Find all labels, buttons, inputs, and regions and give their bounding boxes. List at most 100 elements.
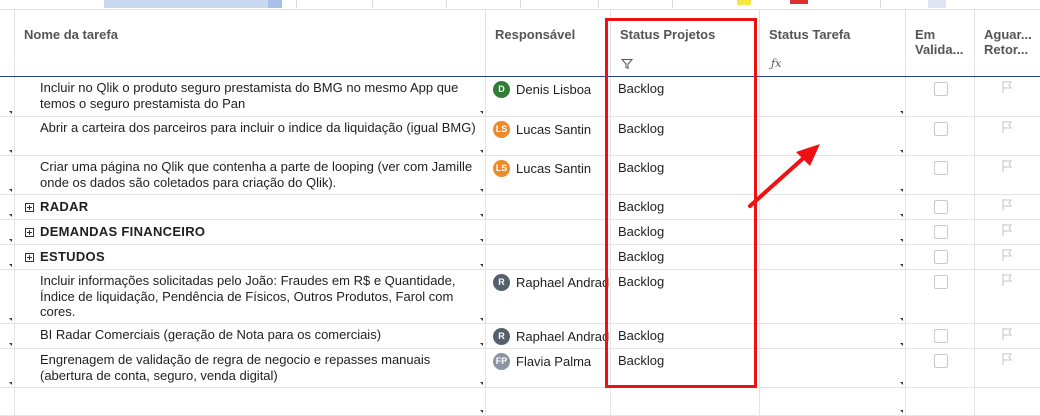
responsible-cell[interactable]: D Denis Lisboa <box>486 77 611 116</box>
header-row-gutter <box>0 10 15 76</box>
checkbox[interactable] <box>934 354 948 368</box>
table-row[interactable]: DEMANDAS FINANCEIRO Backlog <box>0 220 1040 245</box>
checkbox[interactable] <box>934 225 948 239</box>
responsible-cell[interactable] <box>486 245 611 269</box>
aguardando-cell[interactable] <box>975 117 1040 155</box>
responsible-cell[interactable]: R Raphael Andrade <box>486 270 611 323</box>
checkbox[interactable] <box>934 250 948 264</box>
task-cell[interactable]: Incluir no Qlik o produto seguro prestam… <box>15 77 486 116</box>
checkbox[interactable] <box>934 275 948 289</box>
responsible-cell[interactable] <box>486 388 611 415</box>
status-tarefa-cell[interactable] <box>760 324 906 348</box>
task-cell[interactable]: ESTUDOS <box>15 245 486 269</box>
em-validacao-cell[interactable] <box>906 349 975 387</box>
cell-corner <box>480 111 483 114</box>
status-tarefa-cell[interactable] <box>760 270 906 323</box>
toolbar-dropdown[interactable] <box>268 0 282 8</box>
aguardando-cell[interactable] <box>975 388 1040 415</box>
flag-icon[interactable] <box>1000 120 1014 134</box>
aguardando-cell[interactable] <box>975 220 1040 244</box>
task-cell[interactable]: Abrir a carteira dos parceiros para incl… <box>15 117 486 155</box>
responsible-cell[interactable]: R Raphael Andrade <box>486 324 611 348</box>
row-gutter <box>0 324 15 348</box>
table-row[interactable]: ESTUDOS Backlog <box>0 245 1040 270</box>
em-validacao-cell[interactable] <box>906 324 975 348</box>
flag-icon[interactable] <box>1000 159 1014 173</box>
status-tarefa-cell[interactable] <box>760 245 906 269</box>
flag-icon[interactable] <box>1000 223 1014 237</box>
task-name: Engrenagem de validação de regra de nego… <box>40 352 431 383</box>
task-cell[interactable] <box>15 388 486 415</box>
responsible-cell[interactable] <box>486 195 611 219</box>
table-row[interactable]: Criar uma página no Qlik que contenha a … <box>0 156 1040 195</box>
expand-icon[interactable] <box>25 253 34 262</box>
row-gutter <box>0 195 15 219</box>
aguardando-cell[interactable] <box>975 349 1040 387</box>
task-cell[interactable]: RADAR <box>15 195 486 219</box>
flag-icon[interactable] <box>1000 273 1014 287</box>
aguardando-cell[interactable] <box>975 270 1040 323</box>
table-row[interactable]: Incluir informações solicitadas pelo Joã… <box>0 270 1040 324</box>
status-tarefa-cell[interactable] <box>760 220 906 244</box>
responsible-cell[interactable]: FP Flavia Palma <box>486 349 611 387</box>
cell-corner <box>900 189 903 192</box>
responsible-cell[interactable]: LS Lucas Santin <box>486 156 611 194</box>
column-header-status-tarefa[interactable]: Status Tarefa ƒx <box>760 10 906 76</box>
aguardando-cell[interactable] <box>975 77 1040 116</box>
task-cell[interactable]: Criar uma página no Qlik que contenha a … <box>15 156 486 194</box>
column-header-task[interactable]: Nome da tarefa <box>15 10 486 76</box>
table-row[interactable]: Engrenagem de validação de regra de nego… <box>0 349 1040 388</box>
table-row[interactable]: BI Radar Comerciais (geração de Nota par… <box>0 324 1040 349</box>
aguardando-cell[interactable] <box>975 245 1040 269</box>
status-tarefa-cell[interactable] <box>760 349 906 387</box>
flag-icon[interactable] <box>1000 80 1014 94</box>
task-cell[interactable]: DEMANDAS FINANCEIRO <box>15 220 486 244</box>
expand-icon[interactable] <box>25 228 34 237</box>
em-validacao-cell[interactable] <box>906 156 975 194</box>
checkbox[interactable] <box>934 161 948 175</box>
checkbox[interactable] <box>934 329 948 343</box>
toolbar-divider <box>520 0 521 8</box>
row-gutter <box>0 388 15 415</box>
responsible-cell[interactable]: LS Lucas Santin <box>486 117 611 155</box>
status-projetos-cell[interactable] <box>611 388 760 415</box>
column-header-responsible[interactable]: Responsável <box>486 10 611 76</box>
checkbox[interactable] <box>934 200 948 214</box>
flag-icon[interactable] <box>1000 327 1014 341</box>
task-cell[interactable]: BI Radar Comerciais (geração de Nota par… <box>15 324 486 348</box>
checkbox[interactable] <box>934 82 948 96</box>
aguardando-cell[interactable] <box>975 324 1040 348</box>
task-cell[interactable]: Engrenagem de validação de regra de nego… <box>15 349 486 387</box>
empty-row[interactable] <box>0 388 1040 416</box>
table-row[interactable]: RADAR Backlog <box>0 195 1040 220</box>
em-validacao-cell[interactable] <box>906 245 975 269</box>
avatar: R <box>493 328 510 346</box>
toolbar-button[interactable] <box>928 0 946 8</box>
flag-icon[interactable] <box>1000 198 1014 212</box>
cell-corner <box>900 111 903 114</box>
toolbar-button[interactable] <box>104 0 268 8</box>
flag-icon[interactable] <box>1000 352 1014 366</box>
responsible-cell[interactable] <box>486 220 611 244</box>
text-color-icon[interactable] <box>790 0 808 4</box>
toolbar-divider <box>446 0 447 8</box>
checkbox[interactable] <box>934 122 948 136</box>
em-validacao-cell[interactable] <box>906 220 975 244</box>
aguardando-cell[interactable] <box>975 156 1040 194</box>
em-validacao-cell[interactable] <box>906 195 975 219</box>
em-validacao-cell[interactable] <box>906 270 975 323</box>
table-row[interactable]: Incluir no Qlik o produto seguro prestam… <box>0 77 1040 117</box>
highlight-color-icon[interactable] <box>737 0 751 5</box>
aguardando-cell[interactable] <box>975 195 1040 219</box>
em-validacao-cell[interactable] <box>906 117 975 155</box>
em-validacao-cell[interactable] <box>906 77 975 116</box>
status-tarefa-cell[interactable] <box>760 388 906 415</box>
flag-icon[interactable] <box>1000 248 1014 262</box>
status-tarefa-cell[interactable] <box>760 77 906 116</box>
task-cell[interactable]: Incluir informações solicitadas pelo Joã… <box>15 270 486 323</box>
em-validacao-cell[interactable] <box>906 388 975 415</box>
column-header-em-validacao[interactable]: Em Valida... <box>906 10 975 76</box>
table-row[interactable]: Abrir a carteira dos parceiros para incl… <box>0 117 1040 156</box>
expand-icon[interactable] <box>25 203 34 212</box>
column-header-aguardando[interactable]: Aguar... Retor... <box>975 10 1040 76</box>
